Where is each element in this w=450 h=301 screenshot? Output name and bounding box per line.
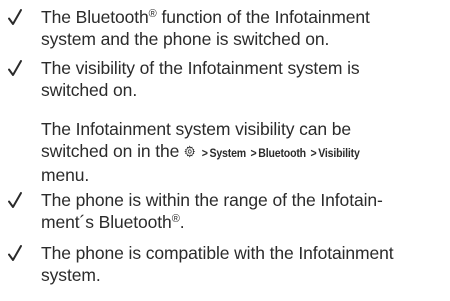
menu-path-system: System <box>209 146 247 160</box>
checklist-text: The Bluetooth® function of the Infotainm… <box>41 7 370 49</box>
menu-path: > System > Bluetooth > Visibility <box>184 142 360 164</box>
check-icon <box>3 6 27 30</box>
checklist-text: The visibility of the Infotainment syste… <box>41 58 360 100</box>
checklist-text: The phone is within the range of the Inf… <box>41 190 383 232</box>
menu-path-visibility: Visibility <box>318 146 360 160</box>
checklist-text: The phone is compatible with the Infotai… <box>41 243 394 285</box>
menu-path-bluetooth: Bluetooth <box>258 146 307 160</box>
document: The Bluetooth® function of the Infotainm… <box>0 0 450 301</box>
check-icon <box>3 242 27 266</box>
visibility-note: The Infotainment system visibility can b… <box>41 119 360 185</box>
check-icon <box>3 57 27 81</box>
check-icon <box>3 189 27 213</box>
gear-icon <box>184 145 196 158</box>
